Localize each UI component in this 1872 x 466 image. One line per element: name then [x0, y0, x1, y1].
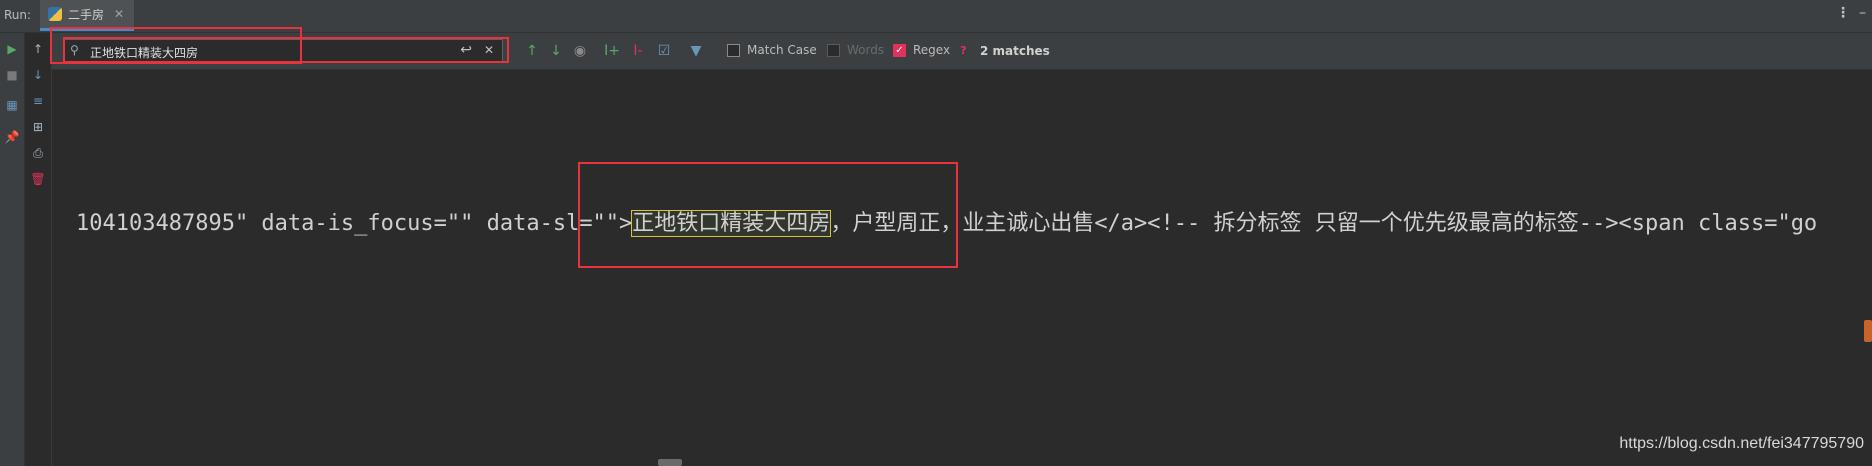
scroll-to-end-icon[interactable]: ⊞ [30, 119, 46, 135]
minimize-icon[interactable]: – [1859, 5, 1866, 21]
down-arrow-icon[interactable]: ↓ [30, 67, 46, 83]
horizontal-scrollbar-thumb[interactable] [658, 459, 682, 466]
run-side-toolbar: ▶ ■ ▦ 📌 [0, 33, 25, 466]
run-label: Run: [4, 8, 32, 22]
up-arrow-icon[interactable]: ↑ [30, 41, 46, 57]
console-text-before: 104103487895" data-is_focus="" data-sl="… [76, 211, 633, 236]
next-occurrence-icon[interactable]: ↓ [547, 42, 565, 60]
regex-help-icon[interactable]: ? [960, 44, 966, 57]
regex-option[interactable]: ✓ Regex ? [893, 43, 966, 57]
more-options-icon[interactable]: ⋮ [1836, 5, 1850, 21]
words-checkbox[interactable] [827, 43, 840, 57]
stop-icon[interactable]: ■ [4, 67, 20, 83]
match-case-checkbox[interactable] [727, 43, 740, 57]
words-label: Words [847, 43, 885, 57]
watermark: https://blog.csdn.net/fei347795790 [1619, 435, 1864, 452]
select-all-occurrences-icon[interactable]: ◉ [571, 42, 589, 60]
match-case-option[interactable]: Match Case [727, 43, 817, 57]
console-text-after: ，户型周正，业主诚心出售</a><!-- 拆分标签 只留一个优先级最高的标签--… [830, 211, 1818, 236]
rerun-icon[interactable]: ▶ [4, 41, 20, 57]
remove-occurrence-icon[interactable]: I- [629, 42, 647, 60]
regex-checkbox[interactable]: ✓ [893, 43, 906, 57]
filter-icon[interactable]: ▼ [687, 42, 705, 60]
close-tab-icon[interactable]: ✕ [114, 7, 124, 21]
words-option[interactable]: Words [827, 43, 884, 57]
match-count: 2 matches [980, 44, 1050, 58]
run-tab-title: 二手房 [68, 7, 105, 22]
annotation-box-searchbar [63, 37, 509, 63]
add-occurrence-icon[interactable]: I+ [603, 42, 621, 60]
scrollbar-match-marker[interactable] [1864, 320, 1872, 342]
python-icon [48, 7, 62, 21]
layout-icon[interactable]: ▦ [4, 97, 20, 113]
annotation-box-match [578, 162, 958, 268]
print-icon[interactable]: ⎙ [30, 145, 46, 161]
match-case-label: Match Case [747, 43, 817, 57]
console-side-toolbar: ↑ ↓ ≡ ⊞ ⎙ 🗑 [25, 33, 52, 466]
select-all-icon[interactable]: ☑ [655, 42, 673, 60]
previous-occurrence-icon[interactable]: ↑ [523, 42, 541, 60]
trash-icon[interactable]: 🗑 [30, 171, 46, 187]
pin-icon[interactable]: 📌 [4, 129, 20, 145]
regex-label: Regex [913, 43, 951, 57]
soft-wrap-icon[interactable]: ≡ [30, 93, 46, 109]
